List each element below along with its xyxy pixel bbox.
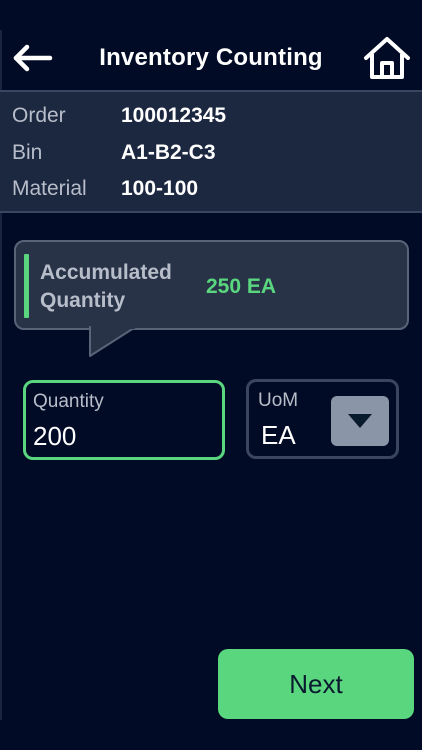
- bubble-tail: [89, 326, 135, 357]
- order-row: Order 100012345: [12, 101, 226, 131]
- material-label: Material: [12, 177, 87, 200]
- material-value: 100-100: [121, 177, 199, 200]
- uom-dropdown-button[interactable]: [331, 396, 389, 446]
- uom-value: EA: [261, 420, 296, 450]
- bin-row: Bin A1-B2-C3: [12, 138, 216, 168]
- uom-select[interactable]: UoM EA: [246, 379, 399, 459]
- material-row: Material 100-100: [12, 174, 198, 204]
- order-label: Order: [12, 104, 66, 127]
- quantity-label: Quantity: [33, 391, 104, 412]
- accumulated-quantity-label: Accumulated Quantity: [40, 261, 172, 312]
- bubble-accent-bar: [24, 254, 29, 318]
- quantity-value[interactable]: 200: [33, 421, 76, 452]
- order-value: 100012345: [121, 104, 227, 127]
- accumulated-quantity-bubble: Accumulated Quantity 250 EA: [14, 240, 409, 330]
- caret-down-icon: [348, 414, 372, 428]
- bin-value: A1-B2-C3: [121, 141, 216, 164]
- home-button[interactable]: [362, 36, 412, 80]
- order-info-panel: Order 100012345 Bin A1-B2-C3 Material 10…: [0, 90, 422, 213]
- home-icon: [364, 37, 410, 79]
- accumulated-quantity-value: 250 EA: [206, 275, 277, 298]
- uom-label: UoM: [258, 390, 299, 411]
- bin-label: Bin: [12, 141, 43, 164]
- quantity-input[interactable]: Quantity 200: [23, 380, 225, 460]
- next-button[interactable]: Next: [218, 649, 414, 719]
- app-header: Inventory Counting: [0, 28, 422, 90]
- page-title: Inventory Counting: [99, 44, 323, 71]
